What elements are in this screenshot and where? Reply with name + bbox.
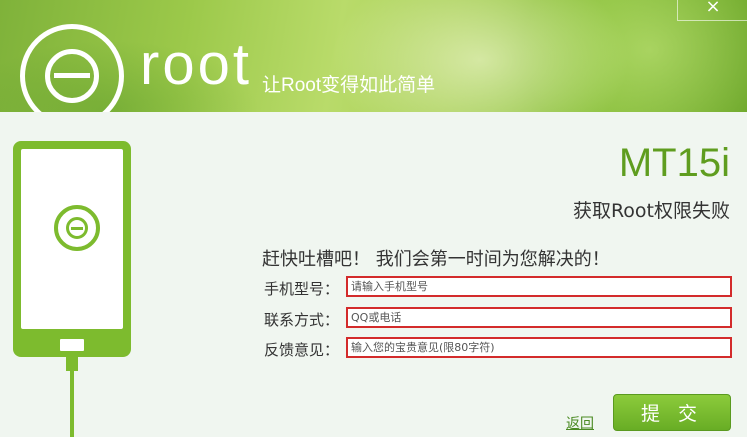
contact-input[interactable]	[346, 307, 732, 328]
header-banner: root 让Root变得如此简单 ×	[0, 0, 747, 112]
phone-logo-icon	[54, 205, 100, 251]
close-button[interactable]: ×	[677, 0, 747, 21]
root-status: 获取Root权限失败	[572, 200, 730, 222]
phone-screen	[21, 149, 123, 329]
feedback-prompt: 赶快吐槽吧！ 我们会第一时间为您解决的！	[262, 249, 610, 270]
feedback-input[interactable]	[346, 337, 732, 358]
brand-name: root	[140, 32, 252, 97]
logo-e-icon	[45, 49, 99, 103]
usb-plug	[66, 357, 78, 371]
back-link[interactable]: 返回	[566, 413, 594, 433]
phone-model-input[interactable]	[346, 276, 732, 297]
usb-cable	[70, 371, 74, 437]
device-model: MT15i	[618, 141, 730, 185]
app-logo-icon	[20, 24, 124, 112]
brand-slogan: 让Root变得如此简单	[262, 75, 436, 96]
phone-illustration	[13, 141, 131, 357]
submit-button[interactable]: 提 交	[613, 394, 731, 431]
contact-label: 联系方式：	[264, 311, 340, 329]
logo-e-icon	[66, 217, 88, 239]
phone-home-button	[60, 339, 84, 351]
feedback-label: 反馈意见：	[264, 341, 340, 359]
phone-model-label: 手机型号：	[264, 280, 340, 298]
